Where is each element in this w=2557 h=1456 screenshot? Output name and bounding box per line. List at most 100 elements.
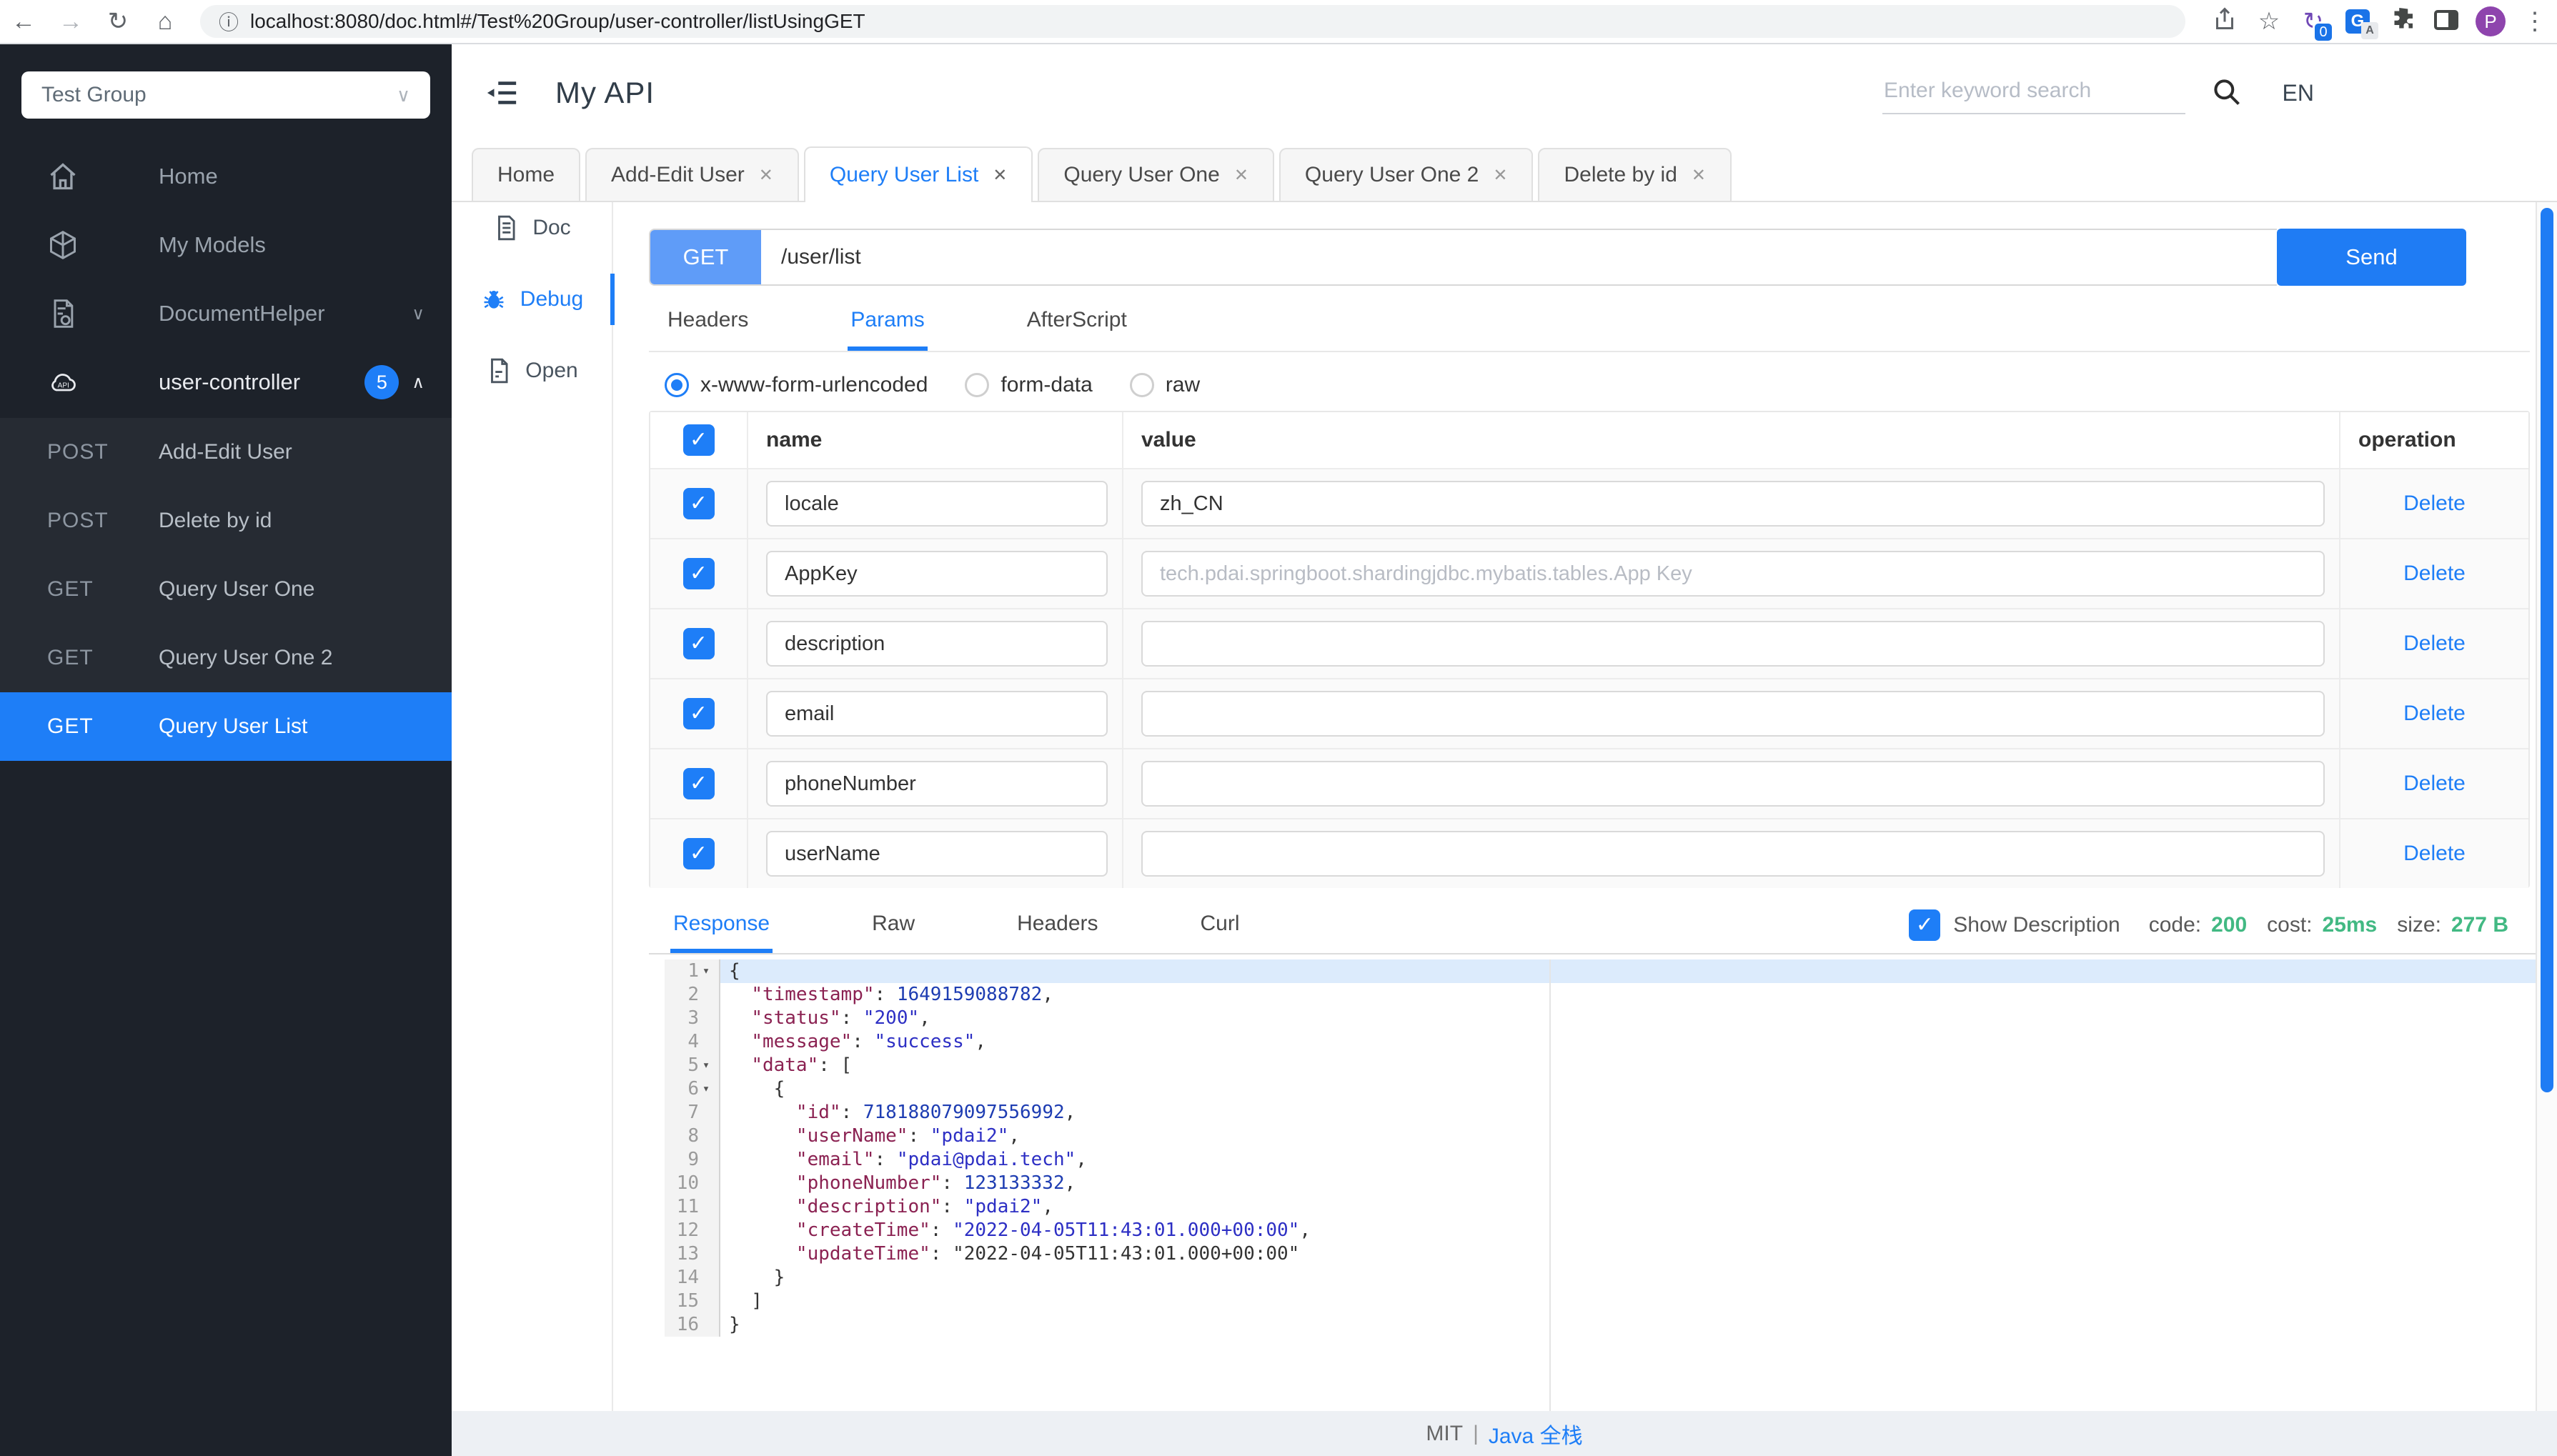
models-icon: [50, 230, 76, 260]
site-info-icon[interactable]: ⓘ: [219, 7, 239, 36]
code-line: 9 "email": "pdai@pdai.tech",: [665, 1148, 2536, 1172]
select-all-checkbox[interactable]: ✓: [682, 424, 715, 456]
delete-link[interactable]: Delete: [2403, 632, 2466, 656]
row-checkbox[interactable]: ✓: [682, 698, 715, 729]
close-icon[interactable]: ✕: [1493, 165, 1507, 186]
close-icon[interactable]: ✕: [1692, 165, 1706, 186]
endpoint-label: Query User One: [159, 577, 315, 601]
view-open[interactable]: Open: [452, 345, 612, 397]
fold-icon[interactable]: ▾: [699, 1054, 713, 1077]
tab-add-edit-user[interactable]: Add-Edit User ✕: [585, 148, 799, 201]
delete-link[interactable]: Delete: [2403, 702, 2466, 726]
sidebar-item-documenthelper[interactable]: DocumentHelper ∨: [0, 279, 452, 348]
param-name-input[interactable]: [766, 481, 1108, 527]
fold-icon[interactable]: ▾: [699, 959, 713, 983]
code-line: 15 ]: [665, 1290, 2536, 1313]
tab-delete-by-id[interactable]: Delete by id ✕: [1538, 148, 1732, 201]
chevron-down-icon: ∨: [412, 304, 424, 324]
delete-link[interactable]: Delete: [2403, 842, 2466, 866]
forward-icon[interactable]: →: [47, 8, 94, 36]
side-panel-icon[interactable]: [2424, 9, 2468, 34]
home-icon[interactable]: ⌂: [141, 8, 189, 36]
code-line: 3 "status": "200",: [665, 1007, 2536, 1030]
param-value-input[interactable]: [1141, 551, 2325, 597]
close-icon[interactable]: ✕: [1234, 165, 1248, 186]
tab-resp-headers[interactable]: Headers: [1014, 907, 1101, 953]
param-value-input[interactable]: [1141, 831, 2325, 877]
param-name-input[interactable]: [766, 621, 1108, 667]
radio-form-data[interactable]: [965, 373, 990, 397]
reload-icon[interactable]: ↻: [94, 7, 141, 36]
row-checkbox[interactable]: ✓: [682, 768, 715, 799]
tab-response[interactable]: Response: [670, 907, 773, 953]
radio-x-www-form-urlencoded[interactable]: [665, 373, 689, 397]
row-checkbox[interactable]: ✓: [682, 558, 715, 589]
search-input[interactable]: [1882, 69, 2185, 113]
delete-link[interactable]: Delete: [2403, 772, 2466, 796]
param-name-input[interactable]: [766, 761, 1108, 807]
fold-icon[interactable]: ▾: [699, 1077, 713, 1101]
translate-icon[interactable]: GA: [2335, 9, 2380, 39]
search-box: [1882, 69, 2185, 114]
endpoint-query-user-one-2[interactable]: GET Query User One 2: [0, 624, 452, 692]
endpoint-query-user-one[interactable]: GET Query User One: [0, 555, 452, 624]
method-label: GET: [47, 646, 94, 669]
view-debug[interactable]: Debug: [452, 274, 612, 325]
endpoint-add-edit-user[interactable]: POST Add-Edit User: [0, 418, 452, 487]
tab-query-user-one-2[interactable]: Query User One 2 ✕: [1278, 148, 1534, 201]
endpoint-query-user-list[interactable]: GET Query User List: [0, 692, 452, 761]
response-editor[interactable]: 1 ▾{ 2 "timestamp": 1649159088782, 3 "sta…: [665, 959, 2536, 1411]
sidebar-item-my-models[interactable]: My Models: [0, 211, 452, 279]
view-doc[interactable]: Doc: [452, 202, 612, 254]
active-view-indicator: [610, 274, 615, 325]
row-checkbox[interactable]: ✓: [682, 838, 715, 869]
page-title: My API: [555, 75, 655, 109]
tab-home[interactable]: Home: [472, 148, 581, 201]
param-name-input[interactable]: [766, 831, 1108, 877]
endpoint-delete-by-id[interactable]: POST Delete by id: [0, 487, 452, 555]
close-icon[interactable]: ✕: [759, 165, 773, 186]
back-icon[interactable]: ←: [0, 8, 47, 36]
param-row-email: ✓ Delete: [650, 678, 2528, 748]
send-button[interactable]: Send: [2277, 229, 2466, 286]
tab-raw[interactable]: Raw: [869, 907, 918, 953]
delete-link[interactable]: Delete: [2403, 562, 2466, 586]
sync-extension-icon[interactable]: ↻ 0: [2291, 7, 2335, 43]
search-icon[interactable]: [2211, 76, 2243, 108]
extensions-puzzle-icon[interactable]: [2380, 6, 2424, 38]
param-value-input[interactable]: [1141, 761, 2325, 807]
close-icon[interactable]: ✕: [993, 165, 1007, 186]
show-description-checkbox[interactable]: ✓: [1909, 909, 1941, 941]
group-select[interactable]: Test Group ∨: [21, 71, 430, 119]
tab-curl[interactable]: Curl: [1198, 907, 1243, 953]
sidebar-item-user-controller[interactable]: API user-controller 5 ∧: [0, 348, 452, 417]
language-switcher[interactable]: EN: [2283, 80, 2314, 106]
menu-fold-icon[interactable]: [484, 76, 521, 109]
param-value-input[interactable]: [1141, 621, 2325, 667]
row-checkbox[interactable]: ✓: [682, 628, 715, 659]
bookmark-star-icon[interactable]: ☆: [2247, 7, 2291, 36]
page-scrollbar[interactable]: [2536, 202, 2557, 1411]
tab-query-user-one[interactable]: Query User One ✕: [1038, 148, 1274, 201]
browser-menu-icon[interactable]: ⋮: [2513, 7, 2557, 36]
radio-raw[interactable]: [1129, 373, 1154, 397]
tab-params[interactable]: Params: [848, 304, 928, 351]
tab-headers[interactable]: Headers: [665, 304, 751, 351]
param-value-input[interactable]: [1141, 691, 2325, 737]
row-checkbox[interactable]: ✓: [682, 488, 715, 519]
delete-link[interactable]: Delete: [2403, 492, 2466, 516]
sidebar-item-home[interactable]: Home: [0, 142, 452, 211]
share-icon[interactable]: [2203, 6, 2247, 38]
radio-label: form-data: [1001, 373, 1093, 397]
param-name-input[interactable]: [766, 551, 1108, 597]
tab-afterscript[interactable]: AfterScript: [1024, 304, 1130, 351]
scrollbar-thumb[interactable]: [2541, 208, 2553, 1092]
footer-link[interactable]: Java 全栈: [1489, 1418, 1583, 1450]
home-icon: [50, 163, 76, 190]
profile-avatar[interactable]: P: [2468, 6, 2513, 36]
param-value-input[interactable]: [1141, 481, 2325, 527]
address-bar[interactable]: ⓘ localhost:8080/doc.html#/Test%20Group/…: [200, 5, 2185, 38]
tab-query-user-list[interactable]: Query User List ✕: [803, 146, 1033, 202]
request-url-input[interactable]: [761, 230, 2277, 284]
param-name-input[interactable]: [766, 691, 1108, 737]
